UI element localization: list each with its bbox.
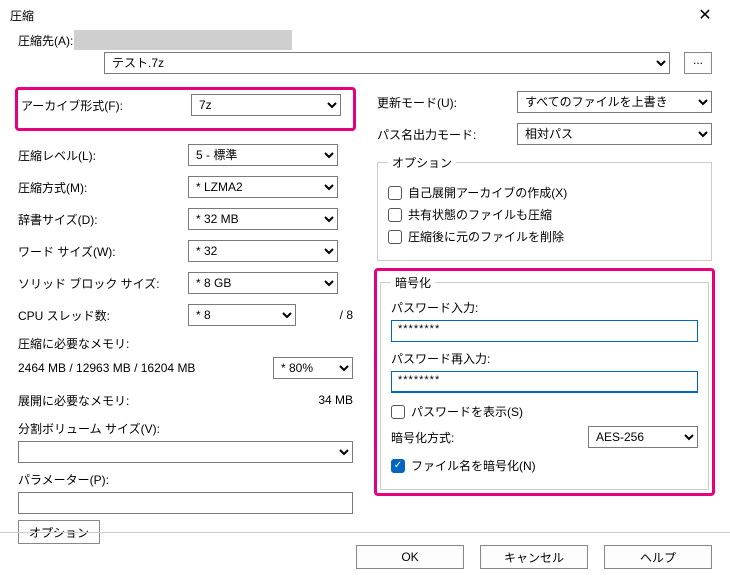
solid-label: ソリッド ブロック サイズ:	[18, 275, 188, 292]
word-label: ワード サイズ(W):	[18, 243, 188, 260]
shared-checkbox[interactable]: 共有状態のファイルも圧縮	[388, 206, 701, 223]
password-input[interactable]: ********	[391, 320, 698, 342]
pathmode-label: パス名出力モード:	[377, 126, 517, 143]
password-confirm-input[interactable]: ********	[391, 371, 698, 393]
pathmode-select[interactable]: 相対パス	[517, 123, 712, 145]
help-button[interactable]: ヘルプ	[604, 545, 712, 569]
close-icon[interactable]: ✕	[690, 5, 720, 25]
method-label: 圧縮方式(M):	[18, 179, 188, 196]
threads-label: CPU スレッド数:	[18, 307, 188, 324]
vol-select[interactable]	[18, 441, 353, 463]
check-icon: ✓	[391, 459, 405, 473]
masked-path	[74, 30, 292, 50]
param-input[interactable]	[18, 492, 353, 514]
window-title: 圧縮	[10, 7, 690, 24]
archive-name-select[interactable]: テスト.7z	[104, 52, 670, 74]
memc-detail: 2464 MB / 12963 MB / 16204 MB	[18, 361, 208, 375]
sfx-checkbox[interactable]: 自己展開アーカイブの作成(X)	[388, 184, 701, 201]
vol-label: 分割ボリューム サイズ(V):	[18, 420, 353, 437]
memd-label: 展開に必要なメモリ:	[18, 392, 188, 409]
encmethod-label: 暗号化方式:	[391, 429, 588, 446]
cancel-button[interactable]: キャンセル	[480, 545, 588, 569]
options-legend: オプション	[388, 154, 456, 171]
options-group: オプション 自己展開アーカイブの作成(X) 共有状態のファイルも圧縮 圧縮後に元…	[377, 154, 712, 261]
threads-select[interactable]: * 8	[188, 304, 296, 326]
ok-button[interactable]: OK	[356, 545, 464, 569]
format-select[interactable]: 7z	[191, 94, 341, 116]
update-label: 更新モード(U):	[377, 94, 517, 111]
level-select[interactable]: 5 - 標準	[188, 144, 338, 166]
browse-button[interactable]: ...	[684, 52, 712, 74]
update-select[interactable]: すべてのファイルを上書き	[517, 91, 712, 113]
method-select[interactable]: * LZMA2	[188, 176, 338, 198]
encmethod-select[interactable]: AES-256	[588, 426, 698, 448]
archive-mask-label: 圧縮先(A):	[18, 32, 74, 49]
encryption-group: 暗号化 パスワード入力: ******** パスワード再入力: ********…	[380, 274, 709, 490]
pw1-label: パスワード入力:	[391, 299, 698, 316]
format-label: アーカイブ形式(F):	[21, 97, 191, 114]
pw2-label: パスワード再入力:	[391, 350, 698, 367]
param-label: パラメーター(P):	[18, 471, 353, 488]
dict-label: 辞書サイズ(D):	[18, 211, 188, 228]
dict-select[interactable]: * 32 MB	[188, 208, 338, 230]
delete-checkbox[interactable]: 圧縮後に元のファイルを削除	[388, 228, 701, 245]
word-select[interactable]: * 32	[188, 240, 338, 262]
memc-pct-select[interactable]: * 80%	[273, 357, 353, 379]
threads-max: / 8	[296, 308, 353, 322]
level-label: 圧縮レベル(L):	[18, 147, 188, 164]
encryption-legend: 暗号化	[391, 274, 435, 291]
memd-value: 34 MB	[188, 393, 353, 407]
solid-select[interactable]: * 8 GB	[188, 272, 338, 294]
memc-label: 圧縮に必要なメモリ:	[18, 335, 353, 352]
show-password-checkbox[interactable]: パスワードを表示(S)	[391, 403, 698, 420]
encrypt-names-checkbox[interactable]: ✓ファイル名を暗号化(N)	[391, 457, 698, 474]
